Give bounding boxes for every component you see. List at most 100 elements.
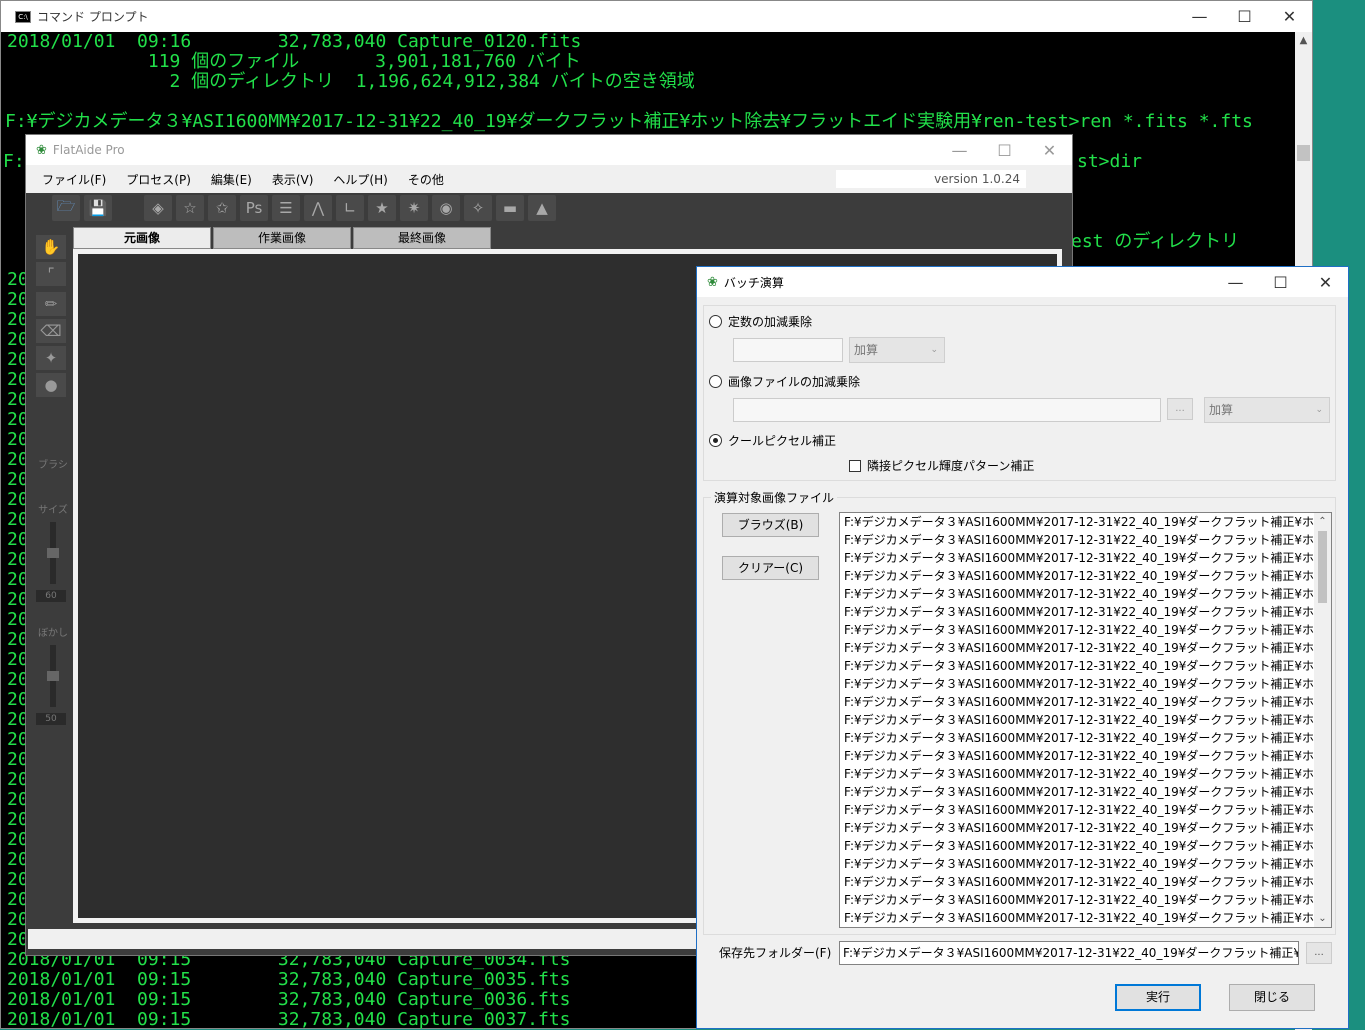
tab-final[interactable]: 最終画像	[353, 227, 491, 249]
blur-slider[interactable]	[47, 645, 59, 707]
save-icon[interactable]: 💾	[84, 195, 112, 221]
list-item[interactable]: F:¥デジカメデータ３¥ASI1600MM¥2017-12-31¥22_40_1…	[840, 729, 1315, 747]
list-item[interactable]: F:¥デジカメデータ３¥ASI1600MM¥2017-12-31¥22_40_1…	[840, 711, 1315, 729]
eraser-icon[interactable]: ⌫	[36, 319, 66, 343]
crop-icon[interactable]: ⌜	[36, 262, 66, 286]
radio-imagefile-row[interactable]: 画像ファイルの加減乗除	[709, 373, 860, 390]
file-list[interactable]: F:¥デジカメデータ３¥ASI1600MM¥2017-12-31¥22_40_1…	[839, 512, 1332, 928]
menu-other[interactable]: その他	[398, 171, 454, 188]
list-item[interactable]: F:¥デジカメデータ３¥ASI1600MM¥2017-12-31¥22_40_1…	[840, 909, 1315, 927]
list-item[interactable]: F:¥デジカメデータ３¥ASI1600MM¥2017-12-31¥22_40_1…	[840, 837, 1315, 855]
slider-knob[interactable]	[47, 671, 59, 681]
star-icon[interactable]: ☆	[176, 195, 204, 221]
small-star-icon[interactable]: ★	[368, 195, 396, 221]
imagefile-input[interactable]	[733, 398, 1161, 422]
pencil-icon[interactable]: ✏	[36, 292, 66, 316]
slider-knob[interactable]	[47, 548, 59, 558]
list-item[interactable]: F:¥デジカメデータ３¥ASI1600MM¥2017-12-31¥22_40_1…	[840, 873, 1315, 891]
photoshop-icon[interactable]: Ps	[240, 195, 268, 221]
size-slider[interactable]	[47, 522, 59, 584]
list-item[interactable]: F:¥デジカメデータ３¥ASI1600MM¥2017-12-31¥22_40_1…	[840, 513, 1315, 531]
gradient-circle-icon[interactable]: ◉	[432, 195, 460, 221]
sparkle-icon[interactable]: ✧	[464, 195, 492, 221]
list-item[interactable]: F:¥デジカメデータ３¥ASI1600MM¥2017-12-31¥22_40_1…	[840, 819, 1315, 837]
close-dialog-button[interactable]: 閉じる	[1229, 984, 1315, 1011]
browse-button[interactable]: ブラウズ(B)	[722, 513, 819, 537]
dialog-titlebar[interactable]: ❀ バッチ演算 — ☐ ✕	[697, 267, 1348, 297]
minimize-button[interactable]: —	[937, 135, 982, 165]
menu-file[interactable]: ファイル(F)	[26, 171, 116, 188]
radio-constant-row[interactable]: 定数の加減乗除	[709, 313, 812, 330]
rectangle-icon[interactable]: ▬	[496, 195, 524, 221]
batch-dialog[interactable]: ❀ バッチ演算 — ☐ ✕ 定数の加減乗除 加算 ⌄ 画像ファイルの加減乗除 .…	[696, 266, 1349, 1029]
file-list-scrollbar[interactable]: ⌃ ⌄	[1314, 513, 1331, 927]
menu-view[interactable]: 表示(V)	[262, 171, 324, 188]
console-line: 2 個のディレクトリ 1,196,624,912,384 バイトの空き領域	[7, 71, 695, 92]
radio-imagefile[interactable]	[709, 375, 722, 388]
tab-working[interactable]: 作業画像	[213, 227, 351, 249]
imagefile-browse-button[interactable]: ...	[1167, 398, 1193, 420]
scrollbar-thumb[interactable]	[1297, 145, 1310, 161]
close-button[interactable]: ✕	[1027, 135, 1072, 165]
imagefile-operation-select[interactable]: 加算 ⌄	[1204, 397, 1330, 423]
list-item[interactable]: F:¥デジカメデータ３¥ASI1600MM¥2017-12-31¥22_40_1…	[840, 783, 1315, 801]
blur-circle-icon[interactable]: ●	[36, 373, 66, 397]
peak-icon[interactable]: ▲	[528, 195, 556, 221]
maximize-button[interactable]: ☐	[1222, 2, 1267, 32]
tab-original[interactable]: 元画像	[73, 227, 211, 249]
open-folder-icon[interactable]: 🗁	[52, 195, 80, 221]
scroll-down-arrow-icon[interactable]: ⌄	[1314, 910, 1331, 927]
menu-help[interactable]: ヘルプ(H)	[323, 171, 397, 188]
maximize-button[interactable]: ☐	[982, 135, 1027, 165]
scroll-up-arrow-icon[interactable]: ⌃	[1314, 513, 1331, 530]
hand-icon[interactable]: ✋	[36, 235, 66, 259]
cmd-titlebar[interactable]: C:\ コマンド プロンプト — ☐ ✕	[1, 1, 1312, 32]
flataide-titlebar[interactable]: ❀ FlatAide Pro — ☐ ✕	[26, 135, 1072, 165]
save-folder-browse-button[interactable]: ...	[1306, 942, 1332, 964]
list-item[interactable]: F:¥デジカメデータ３¥ASI1600MM¥2017-12-31¥22_40_1…	[840, 585, 1315, 603]
size-value[interactable]: 60	[36, 590, 66, 602]
pattern-checkbox[interactable]	[849, 459, 861, 472]
list-item[interactable]: F:¥デジカメデータ３¥ASI1600MM¥2017-12-31¥22_40_1…	[840, 531, 1315, 549]
minimize-button[interactable]: —	[1213, 267, 1258, 297]
radio-cool[interactable]	[709, 434, 722, 447]
layers-icon[interactable]: ◈	[144, 195, 172, 221]
scroll-up-arrow-icon[interactable]: ▲	[1295, 32, 1312, 49]
save-folder-input[interactable]: F:¥デジカメデータ３¥ASI1600MM¥2017-12-31¥22_40_1…	[839, 941, 1299, 965]
list-item[interactable]: F:¥デジカメデータ３¥ASI1600MM¥2017-12-31¥22_40_1…	[840, 747, 1315, 765]
menu-edit[interactable]: 編集(E)	[201, 171, 262, 188]
run-button[interactable]: 実行	[1115, 984, 1201, 1011]
list-item[interactable]: F:¥デジカメデータ３¥ASI1600MM¥2017-12-31¥22_40_1…	[840, 855, 1315, 873]
close-button[interactable]: ✕	[1267, 2, 1312, 32]
scrollbar-thumb[interactable]	[1318, 531, 1327, 603]
clear-button[interactable]: クリアー(C)	[722, 556, 819, 580]
minimize-button[interactable]: —	[1177, 2, 1222, 32]
radio-cool-row[interactable]: クールピクセル補正	[709, 432, 836, 449]
pattern-check-row[interactable]: 隣接ピクセル輝度パターン補正	[849, 457, 1034, 474]
star-filled-icon[interactable]: ✷	[400, 195, 428, 221]
maximize-button[interactable]: ☐	[1258, 267, 1303, 297]
list-item[interactable]: F:¥デジカメデータ３¥ASI1600MM¥2017-12-31¥22_40_1…	[840, 603, 1315, 621]
curve-icon[interactable]: ∟	[336, 195, 364, 221]
list-item[interactable]: F:¥デジカメデータ３¥ASI1600MM¥2017-12-31¥22_40_1…	[840, 639, 1315, 657]
star-half-icon[interactable]: ✩	[208, 195, 236, 221]
list-item[interactable]: F:¥デジカメデータ３¥ASI1600MM¥2017-12-31¥22_40_1…	[840, 621, 1315, 639]
blur-value[interactable]: 50	[36, 713, 66, 725]
constant-operation-select[interactable]: 加算 ⌄	[849, 337, 945, 363]
constant-input[interactable]	[733, 338, 843, 362]
magic-brush-icon[interactable]: ✦	[36, 346, 66, 370]
list-item[interactable]: F:¥デジカメデータ３¥ASI1600MM¥2017-12-31¥22_40_1…	[840, 657, 1315, 675]
stack-icon[interactable]: ☰	[272, 195, 300, 221]
list-item[interactable]: F:¥デジカメデータ３¥ASI1600MM¥2017-12-31¥22_40_1…	[840, 693, 1315, 711]
list-item[interactable]: F:¥デジカメデータ３¥ASI1600MM¥2017-12-31¥22_40_1…	[840, 567, 1315, 585]
list-item[interactable]: F:¥デジカメデータ３¥ASI1600MM¥2017-12-31¥22_40_1…	[840, 891, 1315, 909]
menu-process[interactable]: プロセス(P)	[116, 171, 201, 188]
close-button[interactable]: ✕	[1303, 267, 1348, 297]
list-item[interactable]: F:¥デジカメデータ３¥ASI1600MM¥2017-12-31¥22_40_1…	[840, 549, 1315, 567]
histogram-icon[interactable]: ⋀	[304, 195, 332, 221]
radio-constant[interactable]	[709, 315, 722, 328]
list-item[interactable]: F:¥デジカメデータ３¥ASI1600MM¥2017-12-31¥22_40_1…	[840, 801, 1315, 819]
list-item[interactable]: F:¥デジカメデータ３¥ASI1600MM¥2017-12-31¥22_40_1…	[840, 765, 1315, 783]
list-item[interactable]: F:¥デジカメデータ３¥ASI1600MM¥2017-12-31¥22_40_1…	[840, 675, 1315, 693]
